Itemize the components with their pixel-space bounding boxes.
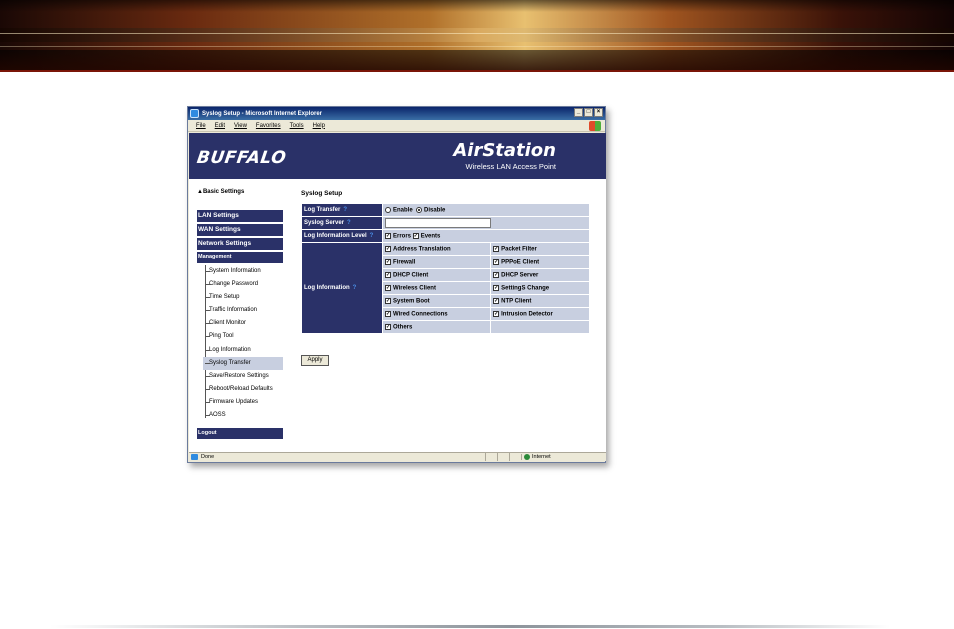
nav-change-password[interactable]: Change Password [203,278,283,291]
enable-label: Enable [393,207,413,214]
nav-system-information[interactable]: System Information [203,265,283,278]
basic-settings-link[interactable]: ▲Basic Settings [197,189,283,199]
nav-syslog-transfer[interactable]: Syslog Transfer [203,356,283,370]
menu-help[interactable]: Help [313,123,325,129]
log-item-label: SettingS Change [501,285,550,292]
log-information-label: Log Information? [302,243,382,333]
checkbox[interactable]: ✓ [493,284,500,291]
minimize-button[interactable]: _ [574,108,583,117]
nav-wan-settings[interactable]: WAN Settings [197,224,283,236]
page-title: Syslog Setup [301,190,343,197]
bottom-rule [50,625,890,628]
help-icon[interactable]: ? [347,220,351,226]
nav-network-settings[interactable]: Network Settings [197,238,283,250]
checkbox[interactable]: ✓ [493,245,500,252]
log-item-label: Firewall [393,259,416,266]
log-item-label: System Boot [393,298,430,305]
enable-radio[interactable] [385,206,391,213]
nav-management[interactable]: Management [197,252,283,263]
airstation-header: BUFFALO AirStation Wireless LAN Access P… [189,133,606,179]
checkbox[interactable]: ✓ [493,258,500,265]
checkbox[interactable]: ✓ [385,258,391,265]
slide-page: Syslog Setup - Microsoft Internet Explor… [0,0,954,629]
log-transfer-label: Log Transfer? [302,204,382,216]
management-submenu: System Information Change Password Time … [197,265,283,422]
menu-edit[interactable]: Edit [215,123,225,129]
window-titlebar: Syslog Setup - Microsoft Internet Explor… [188,107,605,120]
maximize-button[interactable]: □ [584,108,593,117]
disable-label: Disable [424,207,446,214]
events-label: Events [420,233,441,240]
disable-radio[interactable] [416,206,423,213]
syslog-server-label: Syslog Server? [302,217,382,229]
help-icon[interactable]: ? [353,285,357,291]
menu-file[interactable]: File [196,123,206,129]
help-icon[interactable]: ? [370,233,374,239]
checkbox[interactable]: ✓ [385,310,391,317]
menu-bar: File Edit View Favorites Tools Help [188,120,605,132]
nav-reboot-reload-defaults[interactable]: Reboot/Reload Defaults [203,383,283,396]
nav-traffic-information[interactable]: Traffic Information [203,304,283,317]
log-item-label: Address Translation [393,246,451,253]
menu-favorites[interactable]: Favorites [256,123,281,129]
nav-client-monitor[interactable]: Client Monitor [203,317,283,330]
ie-icon [190,109,199,118]
nav-firmware-updates[interactable]: Firmware Updates [203,396,283,409]
log-item-label: Wireless Client [393,285,436,292]
checkbox[interactable]: ✓ [385,284,391,291]
errors-label: Errors [393,233,412,240]
nav-aoss[interactable]: AOSS [203,409,283,422]
errors-checkbox[interactable]: ✓ [385,232,391,239]
help-icon[interactable]: ? [343,207,347,213]
product-subtitle: Wireless LAN Access Point [465,162,556,171]
status-bar: Done Internet [189,452,606,461]
product-logo: AirStation [453,140,556,161]
page-content: BUFFALO AirStation Wireless LAN Access P… [189,133,606,454]
events-checkbox[interactable]: ✓ [412,232,419,239]
log-item-label: Intrusion Detector [501,311,553,318]
log-item-label: Others [393,324,413,331]
log-item-label: DHCP Server [501,272,539,279]
apply-button[interactable]: Apply [301,355,329,366]
brand-logo: BUFFALO [195,148,288,168]
nav-log-information[interactable]: Log Information [203,344,283,357]
status-text: Done [189,454,485,460]
top-banner [0,0,954,72]
menu-view[interactable]: View [234,123,247,129]
log-item-label: Wired Connections [393,311,448,318]
nav-lan-settings[interactable]: LAN Settings [197,210,283,222]
window-title: Syslog Setup - Microsoft Internet Explor… [202,110,323,117]
nav-ping-tool[interactable]: Ping Tool [203,330,283,343]
log-item-label: DHCP Client [393,272,429,279]
log-item-label: NTP Client [501,298,532,305]
logout-button[interactable]: Logout [197,428,283,440]
internet-zone: Internet [521,454,551,460]
syslog-settings-table: Log Transfer? Enable Disable Syslog Serv… [301,203,590,334]
log-level-label: Log Information Level? [302,230,382,242]
log-item-label: Packet Filter [501,246,537,253]
checkbox[interactable]: ✓ [385,297,391,304]
checkbox[interactable]: ✓ [385,245,391,252]
nav-time-setup[interactable]: Time Setup [203,291,283,304]
checkbox[interactable]: ✓ [385,323,391,330]
checkbox[interactable]: ✓ [385,271,391,278]
menu-tools[interactable]: Tools [290,123,304,129]
windows-logo-icon [589,121,601,131]
sidebar-nav: ▲Basic Settings LAN Settings WAN Setting… [197,189,283,441]
nav-save-restore-settings[interactable]: Save/Restore Settings [203,370,283,383]
checkbox[interactable]: ✓ [493,271,500,278]
syslog-server-input[interactable] [385,218,491,228]
log-item-label: PPPoE Client [501,259,540,266]
browser-window: Syslog Setup - Microsoft Internet Explor… [187,106,606,463]
close-button[interactable]: × [594,108,603,117]
main-panel: Syslog Setup Log Transfer? Enable Disabl… [301,189,597,366]
checkbox[interactable]: ✓ [493,297,500,304]
checkbox[interactable]: ✓ [493,310,500,317]
